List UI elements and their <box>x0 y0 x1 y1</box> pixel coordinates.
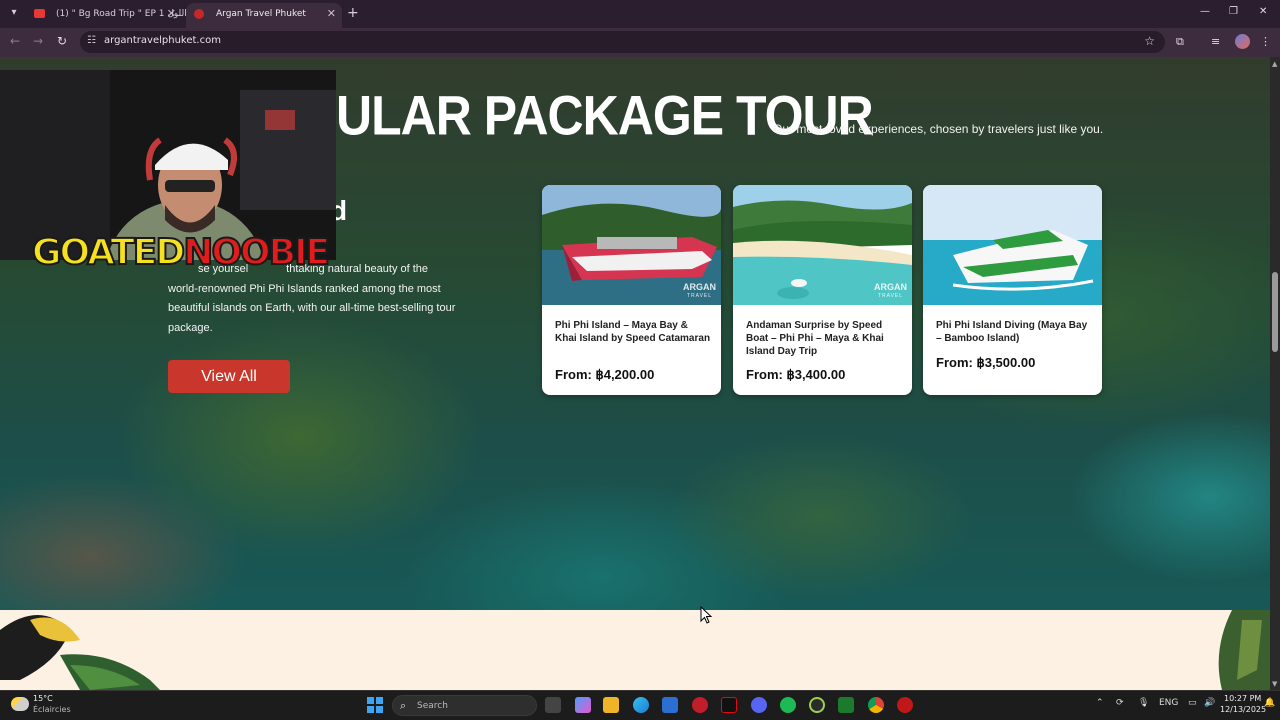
store-icon[interactable] <box>662 697 678 713</box>
tab-strip: ▾ (1) " Bg Road Trip " EP 1 اللول | ✕ Ar… <box>0 0 1280 28</box>
profile-avatar[interactable] <box>1235 34 1250 49</box>
address-bar[interactable]: ☷ argantravelphuket.com ☆ <box>80 31 1165 53</box>
media-control-icon[interactable]: ≡ <box>1211 35 1220 48</box>
tab-label: Argan Travel Phuket <box>216 9 306 19</box>
back-icon[interactable]: ← <box>10 34 20 48</box>
copilot-icon[interactable] <box>575 697 591 713</box>
page-title: ULAR PACKAGE TOUR <box>336 84 874 147</box>
search-icon: ⌕ <box>400 699 407 712</box>
tour-card-title[interactable]: Phi Phi Island Diving (Maya Bay – Bamboo… <box>936 319 1092 345</box>
new-tab-button[interactable]: + <box>347 6 359 20</box>
tour-card-price: From: ฿4,200.00 <box>555 367 655 382</box>
browser-toolbar: ← → ↻ ☷ argantravelphuket.com ☆ ⧉ ≡ ⋮ <box>0 28 1280 57</box>
page-scrollbar[interactable] <box>1270 57 1280 690</box>
windows-start-icon[interactable] <box>367 697 383 713</box>
url-text: argantravelphuket.com <box>104 35 221 46</box>
hornbill-illustration-icon <box>0 615 160 690</box>
notifications-icon[interactable]: 🔔 <box>1264 698 1275 708</box>
tour-card-price: From: ฿3,400.00 <box>746 367 846 382</box>
chrome-icon[interactable] <box>868 697 884 713</box>
xbox-icon[interactable] <box>809 697 825 713</box>
terminal-icon[interactable] <box>838 697 854 713</box>
netflix-icon[interactable] <box>721 697 737 713</box>
description-line: package. <box>168 321 213 334</box>
close-tab-icon[interactable]: ✕ <box>327 3 336 25</box>
tour-card[interactable]: Phi Phi Island Diving (Maya Bay – Bamboo… <box>923 185 1102 395</box>
next-section <box>0 610 1270 690</box>
tour-card[interactable]: ARGAN TRAVEL Andaman Surprise by Speed Bo… <box>733 185 912 395</box>
scrollbar-thumb[interactable] <box>1272 272 1278 352</box>
tab-search-icon[interactable]: ▾ <box>6 5 22 21</box>
weather-temperature[interactable]: 15°C <box>33 694 53 703</box>
weather-description[interactable]: Éclaircies <box>33 705 71 714</box>
tour-card-image[interactable] <box>923 185 1102 305</box>
app-red-icon[interactable] <box>692 697 708 713</box>
taskbar-search[interactable]: ⌕ Search <box>392 695 537 716</box>
language-indicator[interactable]: ENG <box>1159 698 1178 708</box>
edge-icon[interactable] <box>633 697 649 713</box>
tour-card-image[interactable]: ARGAN TRAVEL <box>542 185 721 305</box>
weather-icon[interactable] <box>11 697 29 711</box>
tab-youtube[interactable]: (1) " Bg Road Trip " EP 1 اللول | ✕ <box>26 3 193 28</box>
file-explorer-icon[interactable] <box>603 697 619 713</box>
search-placeholder: Search <box>417 701 448 711</box>
youtube-icon <box>34 9 45 18</box>
tab-argan-travel[interactable]: Argan Travel Phuket ✕ <box>186 3 342 28</box>
close-tab-icon[interactable]: ✕ <box>167 3 176 25</box>
extensions-icon[interactable]: ⧉ <box>1176 35 1184 49</box>
sync-icon[interactable]: ⟳ <box>1116 698 1124 708</box>
tour-card-price: From: ฿3,500.00 <box>936 355 1036 370</box>
obs-icon[interactable] <box>897 697 913 713</box>
argan-favicon-icon <box>194 9 204 19</box>
scroll-up-icon[interactable]: ▲ <box>1272 60 1277 68</box>
tour-card-title[interactable]: Andaman Surprise by Speed Boat – Phi Phi… <box>746 319 902 358</box>
taskbar: 15°C Éclaircies ⌕ Search ⌃ ⟳ 🎙 ENG ▭ 🔊 1… <box>0 690 1280 720</box>
restore-icon[interactable]: ❐ <box>1229 6 1238 17</box>
close-window-icon[interactable]: ✕ <box>1259 6 1267 17</box>
brand-watermark: ARGAN TRAVEL <box>683 282 716 300</box>
tour-card-title[interactable]: Phi Phi Island – Maya Bay & Khai Island … <box>555 319 711 345</box>
mouse-cursor-icon <box>700 606 712 624</box>
clock-time[interactable]: 10:27 PM <box>1224 694 1261 703</box>
hero-subtitle: Our most-loved experiences, chosen by tr… <box>773 122 1104 136</box>
menu-kebab-icon[interactable]: ⋮ <box>1260 35 1271 48</box>
tray-overflow-icon[interactable]: ⌃ <box>1096 698 1104 708</box>
tour-card[interactable]: ARGAN TRAVEL Phi Phi Island – Maya Bay & … <box>542 185 721 395</box>
task-view-icon[interactable] <box>545 697 561 713</box>
streamer-logo: GOATEDNOOBIE <box>31 231 331 274</box>
site-info-icon[interactable]: ☷ <box>87 35 96 46</box>
minimize-icon[interactable]: — <box>1200 6 1210 17</box>
discord-icon[interactable] <box>751 697 767 713</box>
scroll-down-icon[interactable]: ▼ <box>1272 680 1277 688</box>
view-all-button[interactable]: View All <box>168 360 290 393</box>
plant-illustration-icon <box>1218 610 1270 690</box>
network-icon[interactable]: ▭ <box>1188 698 1197 708</box>
description-line: world-renowned Phi Phi Islands ranked am… <box>168 282 441 295</box>
spotify-icon[interactable] <box>780 697 796 713</box>
clock-date[interactable]: 12/13/2025 <box>1220 705 1266 714</box>
microphone-icon[interactable]: 🎙 <box>1138 698 1149 708</box>
description-line: beautiful islands on Earth, with our all… <box>168 302 456 314</box>
tour-card-image[interactable]: ARGAN TRAVEL <box>733 185 912 305</box>
volume-icon[interactable]: 🔊 <box>1204 698 1215 708</box>
bookmark-star-icon[interactable]: ☆ <box>1144 34 1155 48</box>
reload-icon[interactable]: ↻ <box>57 34 67 48</box>
forward-icon[interactable]: → <box>33 34 43 48</box>
brand-watermark: ARGAN TRAVEL <box>874 282 907 300</box>
